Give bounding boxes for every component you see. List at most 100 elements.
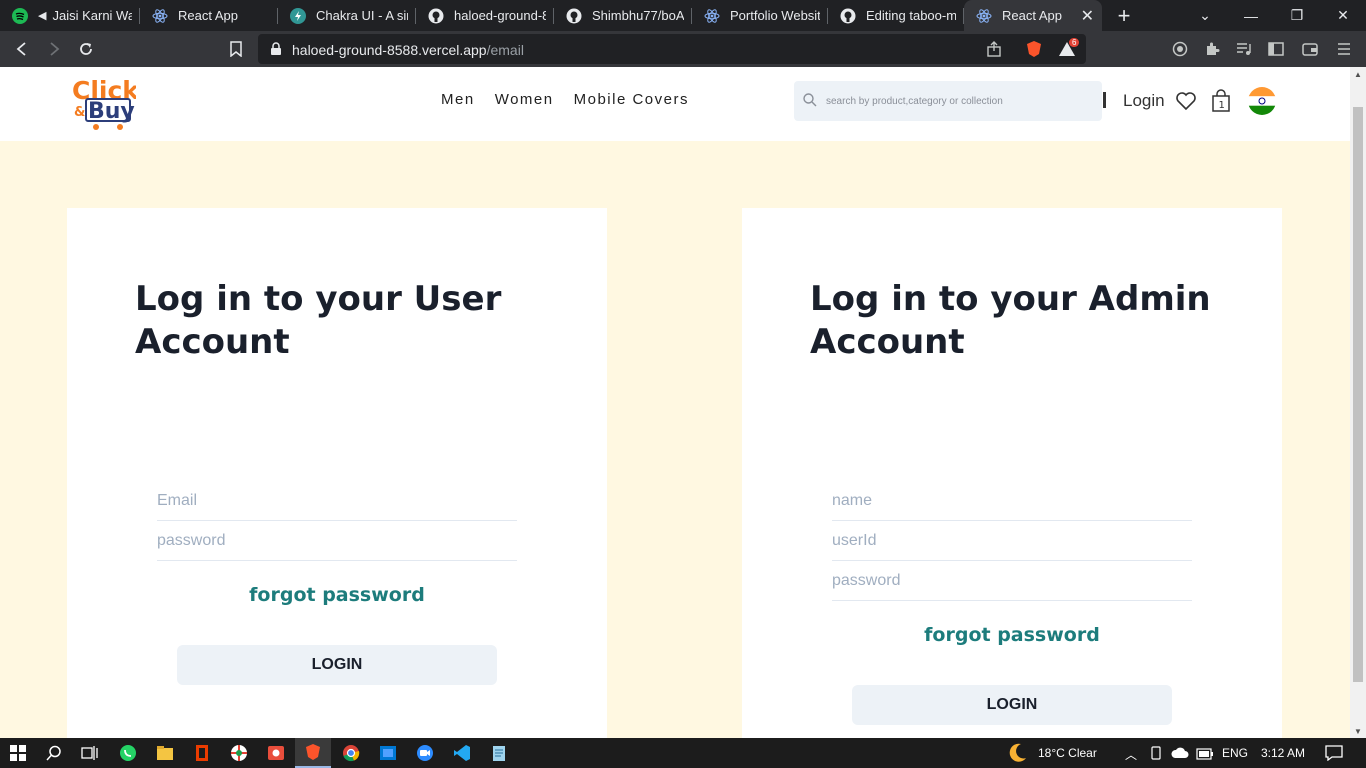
address-bar[interactable]: haloed-ground-8588.vercel.app/email 6: [258, 34, 1086, 64]
nav-link-women[interactable]: Women: [495, 91, 554, 108]
task-view-icon[interactable]: [72, 738, 108, 768]
lock-icon: [270, 42, 282, 61]
site-header: Click & Buy Men Women Mobile Covers Logi…: [0, 67, 1350, 141]
battery-icon[interactable]: [1196, 747, 1214, 765]
user-password-field[interactable]: [157, 521, 517, 561]
reload-button[interactable]: [74, 37, 98, 61]
browser-tab-react-app[interactable]: React App: [140, 0, 278, 31]
nav-link-mobile-covers[interactable]: Mobile Covers: [574, 91, 689, 108]
scrollbar-thumb[interactable]: [1353, 107, 1363, 682]
user-email-field[interactable]: [157, 481, 517, 521]
admin-login-button[interactable]: LOGIN: [852, 685, 1172, 725]
browser-tab-chakra[interactable]: Chakra UI - A simp: [278, 0, 416, 31]
speaker-icon: ◀︎: [38, 10, 47, 22]
brave-browser-taskbar-icon[interactable]: [295, 738, 331, 768]
logo-text-amp: &: [74, 105, 85, 120]
restore-button[interactable]: ❐: [1274, 0, 1320, 31]
admin-login-title: Log in to your Admin Account: [810, 279, 1211, 362]
close-window-button[interactable]: ✕: [1320, 0, 1366, 31]
react-icon: [152, 8, 168, 24]
tab-label: Jaisi Karni Wais: [52, 8, 132, 23]
scroll-down-arrow-icon[interactable]: ▼: [1350, 724, 1366, 738]
brave-shields-icon[interactable]: [1026, 40, 1042, 63]
user-forgot-password-link[interactable]: forgot password: [157, 584, 517, 606]
main-nav: Men Women Mobile Covers: [441, 91, 709, 108]
file-explorer-icon[interactable]: [147, 738, 183, 768]
store-app-icon[interactable]: [370, 738, 406, 768]
notifications-icon[interactable]: [1325, 745, 1343, 766]
notepad-icon[interactable]: [481, 738, 517, 768]
github-icon: [566, 8, 582, 24]
admin-name-field[interactable]: [832, 481, 1192, 521]
forward-button[interactable]: [42, 37, 66, 61]
media-playlist-icon[interactable]: [1232, 37, 1256, 61]
bookmark-icon[interactable]: [224, 37, 248, 61]
india-flag-icon[interactable]: [1248, 87, 1276, 115]
url-host: haloed-ground-8588.vercel.app: [292, 42, 487, 58]
click-and-buy-logo[interactable]: Click & Buy: [72, 73, 140, 133]
browser-tab-github-haloed[interactable]: haloed-ground-85: [416, 0, 554, 31]
scroll-up-arrow-icon[interactable]: ▲: [1350, 67, 1366, 81]
admin-password-field[interactable]: [832, 561, 1192, 601]
browser-tab-github-editing[interactable]: Editing taboo-mine: [828, 0, 964, 31]
react-icon: [704, 8, 720, 24]
new-tab-button[interactable]: +: [1102, 0, 1146, 31]
tab-label: Chakra UI - A simp: [316, 8, 408, 23]
nav-link-men[interactable]: Men: [441, 91, 475, 108]
cart-bag-icon[interactable]: 1: [1209, 89, 1233, 113]
vpn-icon[interactable]: [1168, 37, 1192, 61]
weather-text[interactable]: 18°C Clear: [1038, 746, 1097, 760]
windows-taskbar: 18°C Clear ︿ ENG 3:12 AM: [0, 738, 1366, 768]
wishlist-heart-icon[interactable]: [1174, 89, 1198, 113]
office-icon[interactable]: [184, 738, 220, 768]
user-login-button[interactable]: LOGIN: [177, 645, 497, 685]
share-icon[interactable]: [986, 41, 1002, 62]
cloud-icon[interactable]: [1171, 746, 1189, 765]
browser-tab-active-react-app[interactable]: React App ✕: [964, 0, 1102, 31]
extensions-icon[interactable]: [1200, 37, 1224, 61]
clock-time[interactable]: 3:12 AM: [1261, 746, 1305, 760]
search-icon[interactable]: [36, 738, 72, 768]
header-login-link[interactable]: Login: [1123, 91, 1165, 111]
vscode-icon[interactable]: [444, 738, 480, 768]
github-icon: [428, 8, 444, 24]
github-icon: [840, 8, 856, 24]
react-icon: [976, 8, 992, 24]
minimize-button[interactable]: —: [1228, 0, 1274, 31]
admin-login-card: Log in to your Admin Account forgot pass…: [742, 208, 1282, 738]
page-viewport: Click & Buy Men Women Mobile Covers Logi…: [0, 67, 1350, 738]
tab-label: haloed-ground-85: [454, 8, 546, 23]
app-pinwheel-icon[interactable]: [221, 738, 257, 768]
cart-count: 1: [1219, 100, 1225, 111]
close-tab-icon[interactable]: ✕: [1073, 6, 1094, 26]
page-scrollbar[interactable]: ▲ ▼: [1350, 67, 1366, 738]
spotify-icon: [12, 7, 28, 24]
weather-moon-icon[interactable]: [1006, 742, 1028, 768]
sidebar-icon[interactable]: [1264, 37, 1288, 61]
browser-tab-github-boat[interactable]: Shimbhu77/boAt-C: [554, 0, 692, 31]
tab-label: Shimbhu77/boAt-C: [592, 8, 684, 23]
chrome-icon[interactable]: [333, 738, 369, 768]
browser-tab-strip: ◀︎ Jaisi Karni Wais React App Chakra UI …: [0, 0, 1366, 31]
language-indicator[interactable]: ENG: [1222, 746, 1248, 760]
user-login-card: Log in to your User Account forgot passw…: [67, 208, 607, 738]
windows-start-icon[interactable]: [0, 738, 36, 768]
screen-recorder-icon[interactable]: [258, 738, 294, 768]
wallet-icon[interactable]: [1298, 37, 1322, 61]
tab-label: Editing taboo-mine: [866, 8, 956, 23]
url-text: haloed-ground-8588.vercel.app/email: [292, 42, 524, 58]
chevron-up-icon[interactable]: ︿: [1125, 746, 1137, 763]
menu-icon[interactable]: [1332, 37, 1356, 61]
admin-forgot-password-link[interactable]: forgot password: [832, 624, 1192, 646]
browser-tab-spotify[interactable]: ◀︎ Jaisi Karni Wais: [0, 0, 140, 31]
search-input[interactable]: [826, 91, 1086, 111]
back-button[interactable]: [10, 37, 34, 61]
whatsapp-icon[interactable]: [110, 738, 146, 768]
tab-label: Portfolio Website: [730, 8, 820, 23]
tab-search-chevron-icon[interactable]: ⌄: [1182, 0, 1228, 31]
zoom-icon[interactable]: [407, 738, 443, 768]
admin-userid-field[interactable]: [832, 521, 1192, 561]
tab-label: React App: [178, 8, 238, 23]
browser-tab-portfolio[interactable]: Portfolio Website: [692, 0, 828, 31]
phone-link-icon[interactable]: [1150, 746, 1162, 765]
